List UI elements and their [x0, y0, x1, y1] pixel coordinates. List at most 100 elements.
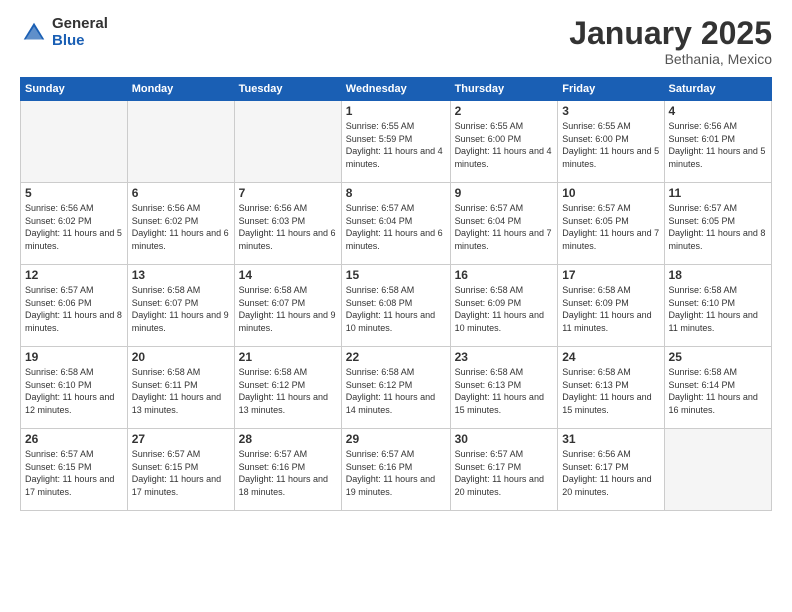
calendar-cell: 23 Sunrise: 6:58 AMSunset: 6:13 PMDayligh…	[450, 347, 558, 429]
calendar-cell: 2 Sunrise: 6:55 AMSunset: 6:00 PMDaylight…	[450, 101, 558, 183]
calendar-cell: 31 Sunrise: 6:56 AMSunset: 6:17 PMDayligh…	[558, 429, 664, 511]
day-number: 12	[25, 268, 123, 282]
day-number: 22	[346, 350, 446, 364]
calendar-cell: 20 Sunrise: 6:58 AMSunset: 6:11 PMDayligh…	[127, 347, 234, 429]
day-number: 1	[346, 104, 446, 118]
calendar-cell: 11 Sunrise: 6:57 AMSunset: 6:05 PMDayligh…	[664, 183, 771, 265]
day-number: 17	[562, 268, 659, 282]
calendar-cell	[127, 101, 234, 183]
calendar-cell: 18 Sunrise: 6:58 AMSunset: 6:10 PMDayligh…	[664, 265, 771, 347]
day-info: Sunrise: 6:58 AMSunset: 6:11 PMDaylight:…	[132, 366, 230, 416]
day-number: 2	[455, 104, 554, 118]
calendar-week-row: 19Sunrise: 6:58 AMSunset: 6:10 PMDayligh…	[21, 347, 772, 429]
calendar-cell: 30Sunrise: 6:57 AMSunset: 6:17 PMDayligh…	[450, 429, 558, 511]
day-number: 5	[25, 186, 123, 200]
calendar-cell	[21, 101, 128, 183]
calendar-cell: 6Sunrise: 6:56 AMSunset: 6:02 PMDaylight…	[127, 183, 234, 265]
location-title: Bethania, Mexico	[569, 51, 772, 67]
calendar-cell: 9 Sunrise: 6:57 AMSunset: 6:04 PMDaylight…	[450, 183, 558, 265]
calendar-cell: 5 Sunrise: 6:56 AMSunset: 6:02 PMDaylight…	[21, 183, 128, 265]
day-number: 9	[455, 186, 554, 200]
calendar-week-row: 1 Sunrise: 6:55 AMSunset: 5:59 PMDaylight…	[21, 101, 772, 183]
calendar-cell	[664, 429, 771, 511]
header: General Blue January 2025 Bethania, Mexi…	[20, 16, 772, 67]
logo-blue-text: Blue	[52, 33, 108, 50]
calendar-cell: 24Sunrise: 6:58 AMSunset: 6:13 PMDayligh…	[558, 347, 664, 429]
day-number: 8	[346, 186, 446, 200]
day-info: Sunrise: 6:58 AMSunset: 6:12 PMDaylight:…	[346, 366, 446, 416]
calendar-cell: 25 Sunrise: 6:58 AMSunset: 6:14 PMDayligh…	[664, 347, 771, 429]
day-info: Sunrise: 6:58 AMSunset: 6:12 PMDaylight:…	[239, 366, 337, 416]
day-info: Sunrise: 6:58 AMSunset: 6:08 PMDaylight:…	[346, 284, 446, 334]
day-info: Sunrise: 6:57 AMSunset: 6:15 PMDaylight:…	[132, 448, 230, 498]
day-number: 23	[455, 350, 554, 364]
calendar-cell: 3 Sunrise: 6:55 AMSunset: 6:00 PMDaylight…	[558, 101, 664, 183]
day-number: 7	[239, 186, 337, 200]
day-info: Sunrise: 6:57 AMSunset: 6:16 PMDaylight:…	[239, 448, 337, 498]
day-info: Sunrise: 6:58 AMSunset: 6:13 PMDaylight:…	[455, 366, 554, 416]
calendar-cell: 10 Sunrise: 6:57 AMSunset: 6:05 PMDayligh…	[558, 183, 664, 265]
day-info: Sunrise: 6:57 AMSunset: 6:04 PMDaylight:…	[346, 202, 446, 252]
calendar-cell: 1 Sunrise: 6:55 AMSunset: 5:59 PMDaylight…	[341, 101, 450, 183]
logo-text: General Blue	[52, 16, 108, 49]
day-info: Sunrise: 6:55 AMSunset: 5:59 PMDaylight:…	[346, 120, 446, 170]
day-info: Sunrise: 6:58 AMSunset: 6:14 PMDaylight:…	[669, 366, 767, 416]
logo: General Blue	[20, 16, 108, 49]
calendar-week-row: 26 Sunrise: 6:57 AMSunset: 6:15 PMDayligh…	[21, 429, 772, 511]
day-info: Sunrise: 6:57 AMSunset: 6:16 PMDaylight:…	[346, 448, 446, 498]
day-number: 14	[239, 268, 337, 282]
day-info: Sunrise: 6:58 AMSunset: 6:10 PMDaylight:…	[25, 366, 123, 416]
day-number: 28	[239, 432, 337, 446]
day-info: Sunrise: 6:56 AMSunset: 6:02 PMDaylight:…	[132, 202, 230, 252]
logo-icon	[20, 19, 48, 47]
calendar-week-row: 5 Sunrise: 6:56 AMSunset: 6:02 PMDaylight…	[21, 183, 772, 265]
day-info: Sunrise: 6:57 AMSunset: 6:04 PMDaylight:…	[455, 202, 554, 252]
calendar-cell: 13Sunrise: 6:58 AMSunset: 6:07 PMDayligh…	[127, 265, 234, 347]
calendar-table: SundayMondayTuesdayWednesdayThursdayFrid…	[20, 77, 772, 511]
day-info: Sunrise: 6:55 AMSunset: 6:00 PMDaylight:…	[562, 120, 659, 170]
day-number: 3	[562, 104, 659, 118]
calendar-cell: 28 Sunrise: 6:57 AMSunset: 6:16 PMDayligh…	[234, 429, 341, 511]
day-number: 25	[669, 350, 767, 364]
calendar-cell: 26Sunrise: 6:57 AMSunset: 6:15 PMDayligh…	[21, 429, 128, 511]
day-number: 29	[346, 432, 446, 446]
logo-general-text: General	[52, 16, 108, 33]
calendar-cell: 21 Sunrise: 6:58 AMSunset: 6:12 PMDayligh…	[234, 347, 341, 429]
day-number: 24	[562, 350, 659, 364]
calendar-cell: 17Sunrise: 6:58 AMSunset: 6:09 PMDayligh…	[558, 265, 664, 347]
day-number: 26	[25, 432, 123, 446]
day-number: 10	[562, 186, 659, 200]
weekday-header: Tuesday	[234, 78, 341, 101]
day-info: Sunrise: 6:58 AMSunset: 6:07 PMDaylight:…	[132, 284, 230, 334]
day-info: Sunrise: 6:57 AMSunset: 6:05 PMDaylight:…	[669, 202, 767, 252]
day-number: 20	[132, 350, 230, 364]
day-info: Sunrise: 6:56 AMSunset: 6:02 PMDaylight:…	[25, 202, 123, 252]
calendar-cell	[234, 101, 341, 183]
day-number: 11	[669, 186, 767, 200]
calendar-cell: 19Sunrise: 6:58 AMSunset: 6:10 PMDayligh…	[21, 347, 128, 429]
calendar-cell: 4Sunrise: 6:56 AMSunset: 6:01 PMDaylight…	[664, 101, 771, 183]
calendar-header-row: SundayMondayTuesdayWednesdayThursdayFrid…	[21, 78, 772, 101]
day-number: 18	[669, 268, 767, 282]
day-info: Sunrise: 6:58 AMSunset: 6:07 PMDaylight:…	[239, 284, 337, 334]
day-info: Sunrise: 6:58 AMSunset: 6:10 PMDaylight:…	[669, 284, 767, 334]
day-number: 21	[239, 350, 337, 364]
weekday-header: Wednesday	[341, 78, 450, 101]
weekday-header: Monday	[127, 78, 234, 101]
day-info: Sunrise: 6:57 AMSunset: 6:06 PMDaylight:…	[25, 284, 123, 334]
day-info: Sunrise: 6:57 AMSunset: 6:17 PMDaylight:…	[455, 448, 554, 498]
day-info: Sunrise: 6:55 AMSunset: 6:00 PMDaylight:…	[455, 120, 554, 170]
day-number: 16	[455, 268, 554, 282]
day-info: Sunrise: 6:57 AMSunset: 6:05 PMDaylight:…	[562, 202, 659, 252]
calendar-week-row: 12 Sunrise: 6:57 AMSunset: 6:06 PMDayligh…	[21, 265, 772, 347]
calendar-cell: 22 Sunrise: 6:58 AMSunset: 6:12 PMDayligh…	[341, 347, 450, 429]
day-info: Sunrise: 6:56 AMSunset: 6:03 PMDaylight:…	[239, 202, 337, 252]
weekday-header: Sunday	[21, 78, 128, 101]
month-title: January 2025	[569, 16, 772, 51]
day-info: Sunrise: 6:58 AMSunset: 6:09 PMDaylight:…	[455, 284, 554, 334]
day-info: Sunrise: 6:56 AMSunset: 6:17 PMDaylight:…	[562, 448, 659, 498]
weekday-header: Friday	[558, 78, 664, 101]
day-number: 31	[562, 432, 659, 446]
calendar-cell: 8 Sunrise: 6:57 AMSunset: 6:04 PMDaylight…	[341, 183, 450, 265]
day-number: 27	[132, 432, 230, 446]
